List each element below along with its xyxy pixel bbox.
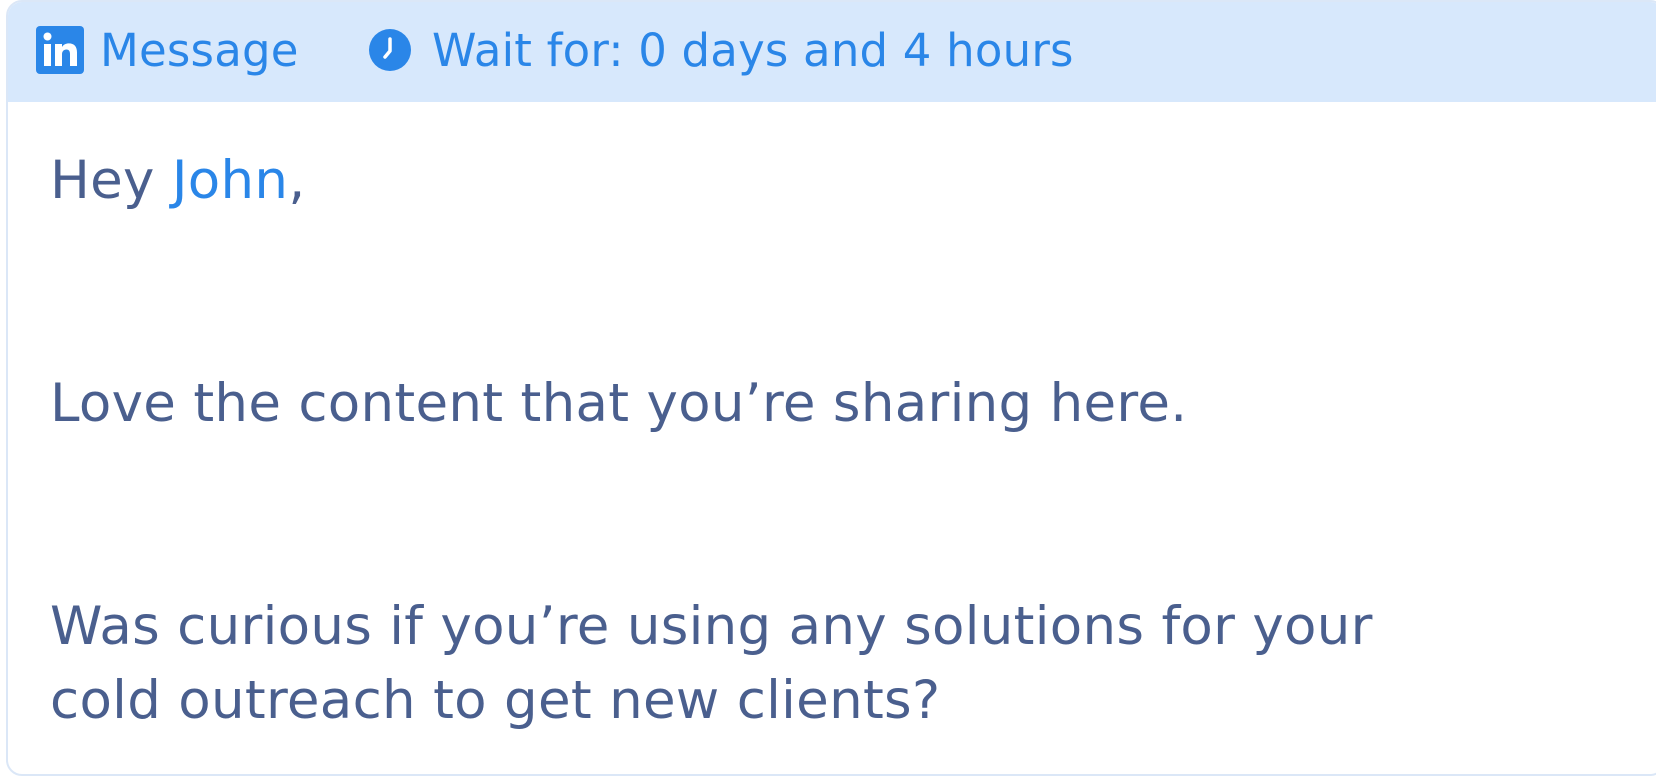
greeting-prefix: Hey	[50, 150, 172, 211]
wait-delay-label: Wait for: 0 days and 4 hours	[368, 2, 1074, 98]
message-step-card[interactable]: Message Wait for: 0 days and 4 hours Hey…	[6, 0, 1656, 776]
step-header: Message Wait for: 0 days and 4 hours	[8, 2, 1656, 102]
step-type-text: Message	[100, 23, 299, 77]
message-line-3: Was curious if you’re using any solution…	[50, 596, 1373, 657]
linkedin-icon	[36, 26, 84, 74]
greeting-suffix: ,	[288, 150, 306, 211]
wait-delay-text: Wait for: 0 days and 4 hours	[432, 23, 1074, 77]
message-line-4: cold outreach to get new clients?	[50, 670, 941, 731]
step-type-label: Message	[36, 2, 299, 98]
message-greeting: Hey John,	[50, 144, 305, 218]
first-name-variable: John	[171, 150, 289, 211]
clock-icon	[369, 29, 411, 71]
message-line-2: Love the content that you’re sharing her…	[50, 373, 1188, 434]
